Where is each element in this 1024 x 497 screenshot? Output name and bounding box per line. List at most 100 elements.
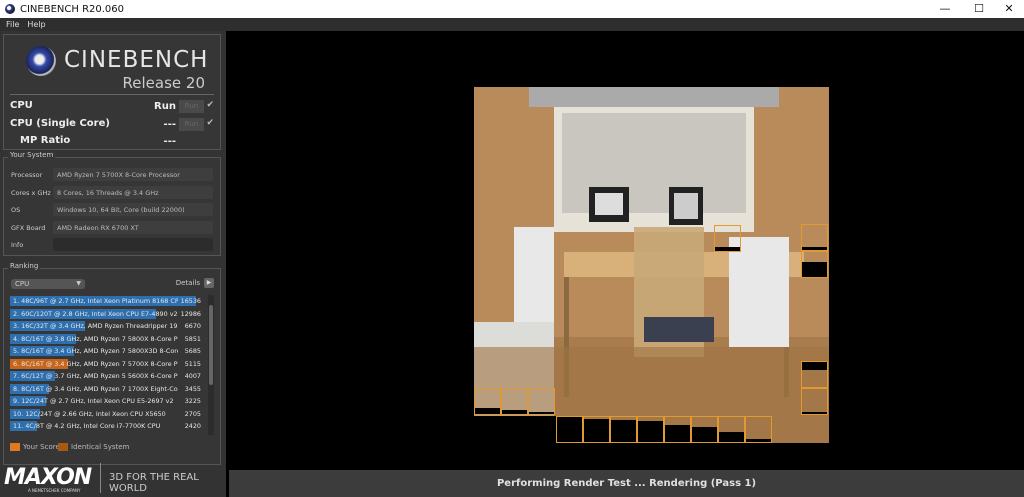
info-field[interactable] [53, 238, 213, 251]
ranking-label: 1. 48C/96T @ 2.7 GHz, Intel Xeon Platinu… [13, 297, 178, 305]
tile-unrendered [719, 432, 744, 442]
ranking-label: 5. 8C/16T @ 3.4 GHz, AMD Ryzen 7 5800X3D… [13, 347, 178, 355]
ranking-row[interactable]: 5. 8C/16T @ 3.4 GHz, AMD Ryzen 7 5800X3D… [10, 345, 205, 358]
app-icon [5, 4, 15, 14]
label: OS [11, 206, 21, 214]
window-title: CINEBENCH R20.060 [20, 3, 125, 15]
swatch [58, 443, 68, 451]
test-label: MP Ratio [20, 135, 71, 146]
menu-file[interactable]: File [6, 20, 19, 29]
ranking-row[interactable]: 11. 4C/8T @ 4.2 GHz, Intel Core i7-7700K… [10, 420, 205, 433]
brand-release: Release 20 [122, 74, 205, 92]
legend-identical: Identical System [58, 443, 129, 451]
tile-unrendered [529, 412, 554, 414]
legend-your-score: Your Score [10, 443, 60, 451]
ranking-score: 3225 [184, 397, 201, 405]
render-tile [610, 416, 637, 443]
ranking-row[interactable]: 2. 60C/120T @ 2.8 GHz, Intel Xeon CPU E7… [10, 308, 205, 321]
render-tile [583, 416, 610, 443]
ranking-label: 4. 8C/16T @ 3.8 GHz, AMD Ryzen 7 5800X 8… [13, 334, 178, 343]
check-icon[interactable]: ✔ [206, 118, 214, 128]
swatch [10, 443, 20, 451]
test-cpu: CPU Run Run ✔ [10, 100, 214, 116]
brand-name: CINEBENCH [64, 47, 209, 73]
render-tile [474, 388, 501, 415]
ranking-row[interactable]: 3. 16C/32T @ 3.4 GHz, AMD Ryzen Threadri… [10, 320, 205, 333]
test-cpu-single: CPU (Single Core) --- Run ✔ [10, 118, 214, 134]
render-tile [556, 416, 583, 443]
label: Cores x GHz [11, 189, 51, 197]
details-button[interactable]: ▶ [204, 278, 214, 288]
scrollbar-thumb[interactable] [209, 305, 213, 385]
render-tile [501, 388, 528, 415]
ranking-score: 4007 [184, 372, 201, 380]
ranking-row[interactable]: 8. 8C/16T @ 3.4 GHz, AMD Ryzen 7 1700X E… [10, 383, 205, 396]
ranking-label: 6. 8C/16T @ 3.4 GHz, AMD Ryzen 7 5700X 8… [13, 359, 178, 368]
run-cpu-button[interactable]: Run [179, 100, 204, 113]
tile-unrendered [584, 419, 609, 442]
ranking-label: 9. 12C/24T @ 2.7 GHz, Intel Xeon CPU E5-… [13, 397, 174, 405]
menu-help[interactable]: Help [27, 20, 45, 29]
ranking-score: 2420 [184, 422, 201, 430]
render-tile [801, 224, 828, 251]
tile-unrendered [475, 408, 500, 414]
footer: MAXON A NEMETSCHEK COMPANY 3D FOR THE RE… [0, 461, 226, 497]
ranking-row[interactable]: 7. 6C/12T @ 3.7 GHz, AMD Ryzen 5 5600X 6… [10, 370, 205, 383]
test-label: CPU (Single Core) [10, 118, 110, 129]
test-label: CPU [10, 100, 33, 111]
ranking-row[interactable]: 10. 12C/24T @ 2.66 GHz, Intel Xeon CPU X… [10, 408, 205, 421]
tile-unrendered [802, 412, 827, 414]
ranking-label: 7. 6C/12T @ 3.7 GHz, AMD Ryzen 5 5600X 6… [13, 372, 178, 380]
check-icon[interactable]: ✔ [206, 100, 214, 110]
maxon-sub: A NEMETSCHEK COMPANY [28, 488, 81, 493]
tile-unrendered [611, 420, 636, 442]
title-bar: CINEBENCH R20.060 — ☐ ✕ [0, 0, 1024, 18]
system-row: OS Windows 10, 64 Bit, Core (build 22000) [9, 203, 215, 217]
ranking-score: 5851 [184, 334, 201, 343]
ranking-row[interactable]: 9. 12C/24T @ 2.7 GHz, Intel Xeon CPU E5-… [10, 395, 205, 408]
label: GFX Board [11, 224, 46, 232]
ranking-label: 11. 4C/8T @ 4.2 GHz, Intel Core i7-7700K… [13, 422, 161, 430]
details-label: Details [175, 279, 200, 287]
legend-label: Identical System [71, 443, 130, 451]
render-tile [745, 416, 772, 443]
ranking-label: 8. 8C/16T @ 3.4 GHz, AMD Ryzen 7 1700X E… [13, 384, 178, 393]
ranking-score: 5115 [184, 359, 201, 368]
run-single-button[interactable]: Run [179, 118, 204, 131]
minimize-button[interactable]: — [930, 0, 960, 18]
your-system-panel: Your System Processor AMD Ryzen 7 5700X 8… [3, 151, 221, 256]
maximize-button[interactable]: ☐ [964, 0, 994, 18]
close-button[interactable]: ✕ [994, 0, 1024, 18]
render-tile [714, 225, 741, 252]
ranking-scrollbar[interactable] [208, 295, 214, 435]
ranking-row[interactable]: 4. 8C/16T @ 3.8 GHz, AMD Ryzen 7 5800X 8… [10, 333, 205, 346]
test-value: --- [163, 136, 176, 147]
render-tile [528, 388, 555, 415]
render-tile [801, 361, 828, 388]
render-tile [801, 251, 828, 278]
gfx-field: AMD Radeon RX 6700 XT [53, 221, 213, 234]
test-mp-ratio: MP Ratio --- [10, 135, 214, 151]
tile-unrendered [638, 421, 663, 442]
ranking-row[interactable]: 6. 8C/16T @ 3.4 GHz, AMD Ryzen 7 5700X 8… [10, 358, 205, 371]
tile-unrendered [802, 262, 827, 277]
divider [10, 94, 214, 95]
menu-bar: File Help [0, 18, 1024, 31]
render-tile [801, 388, 828, 415]
dropdown-value: CPU [15, 280, 30, 288]
ranking-score: 5685 [184, 347, 201, 355]
tile-unrendered [692, 427, 717, 442]
tagline: 3D FOR THE REAL WORLD [109, 472, 199, 494]
tile-unrendered [746, 439, 771, 442]
chevron-down-icon: ▼ [76, 280, 81, 287]
ranking-score: 2705 [184, 409, 201, 418]
ranking-dropdown[interactable]: CPU ▼ [11, 279, 85, 289]
test-value: --- [163, 119, 176, 130]
ranking-label: 2. 60C/120T @ 2.8 GHz, Intel Xeon CPU E7… [13, 309, 178, 318]
test-value: Run [154, 101, 176, 112]
ranking-row[interactable]: 1. 48C/96T @ 2.7 GHz, Intel Xeon Platinu… [10, 295, 205, 308]
cinebench-logo-icon [26, 46, 56, 76]
unrendered-area [474, 416, 556, 443]
ranking-list: 1. 48C/96T @ 2.7 GHz, Intel Xeon Platinu… [10, 295, 205, 435]
render-tile [691, 416, 718, 443]
